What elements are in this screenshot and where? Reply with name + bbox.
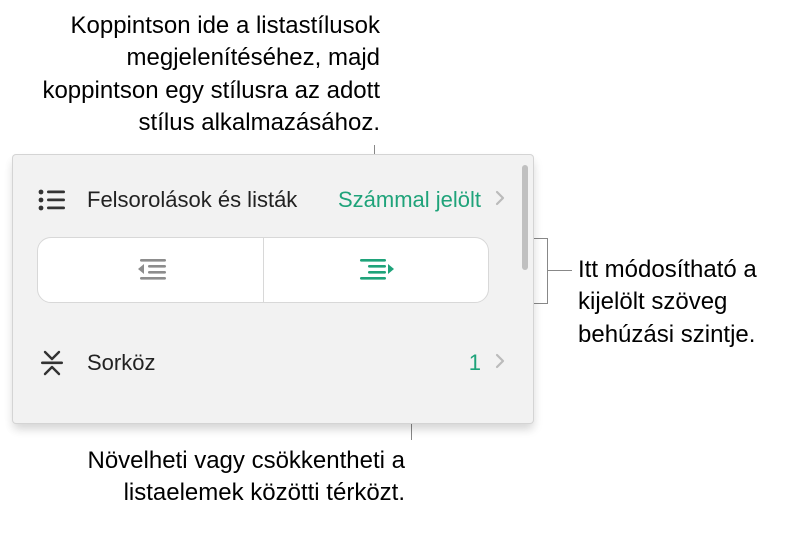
bullets-lists-label: Felsorolások és listák xyxy=(87,186,338,214)
annotation-line-spacing: Növelheti vagy csökkentheti a listaeleme… xyxy=(55,445,405,510)
annotation-list-styles: Koppintson ide a listastílusok megjelení… xyxy=(10,10,380,140)
indent-button[interactable] xyxy=(263,238,489,302)
chevron-right-icon xyxy=(495,352,505,375)
scrollbar-thumb[interactable] xyxy=(522,165,528,270)
format-panel: Felsorolások és listák Számmal jelölt xyxy=(13,155,533,423)
annotation-indent-level: Itt módosítható a kijelölt szöveg behúzá… xyxy=(578,254,798,351)
chevron-right-icon xyxy=(495,189,505,212)
line-spacing-icon xyxy=(37,348,67,378)
bullets-lists-row[interactable]: Felsorolások és listák Számmal jelölt xyxy=(13,165,517,235)
line-spacing-label: Sorköz xyxy=(87,350,469,376)
line-spacing-value: 1 xyxy=(469,350,481,376)
bullet-list-icon xyxy=(37,187,67,213)
callout-line xyxy=(548,270,572,271)
line-spacing-row[interactable]: Sorköz 1 xyxy=(13,333,517,393)
outdent-button[interactable] xyxy=(38,238,263,302)
bullets-lists-value: Számmal jelölt xyxy=(338,186,481,214)
indent-segmented-control xyxy=(37,237,489,303)
